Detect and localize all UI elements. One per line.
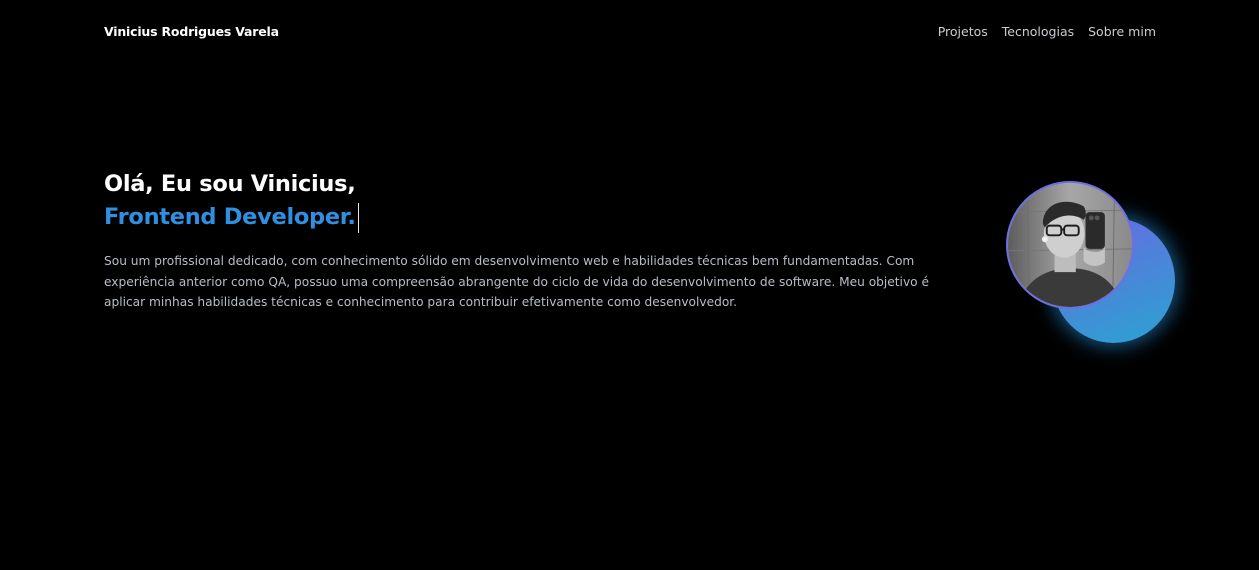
avatar xyxy=(1006,181,1134,309)
hero-greeting: Olá, Eu sou Vinicius, xyxy=(104,171,356,197)
hero-role: Frontend Developer. xyxy=(104,201,974,234)
main-nav: Projetos Tecnologias Sobre mim xyxy=(938,24,1156,39)
nav-link-projetos[interactable]: Projetos xyxy=(938,24,988,39)
avatar-photo-illustration xyxy=(1008,183,1132,307)
nav-link-tecnologias[interactable]: Tecnologias xyxy=(1002,24,1074,39)
typing-cursor xyxy=(357,202,359,233)
site-header: Vinicius Rodrigues Varela Projetos Tecno… xyxy=(104,20,1156,42)
hero-section: Olá, Eu sou Vinicius, Frontend Developer… xyxy=(104,168,974,325)
avatar-group xyxy=(1000,178,1185,353)
brand-name[interactable]: Vinicius Rodrigues Varela xyxy=(104,24,279,39)
portfolio-page: Vinicius Rodrigues Varela Projetos Tecno… xyxy=(0,0,1259,570)
hero-role-text: Frontend Developer. xyxy=(104,204,356,230)
nav-link-sobre-mim[interactable]: Sobre mim xyxy=(1088,24,1156,39)
hero-bio: Sou um profissional dedicado, com conhec… xyxy=(104,254,929,309)
